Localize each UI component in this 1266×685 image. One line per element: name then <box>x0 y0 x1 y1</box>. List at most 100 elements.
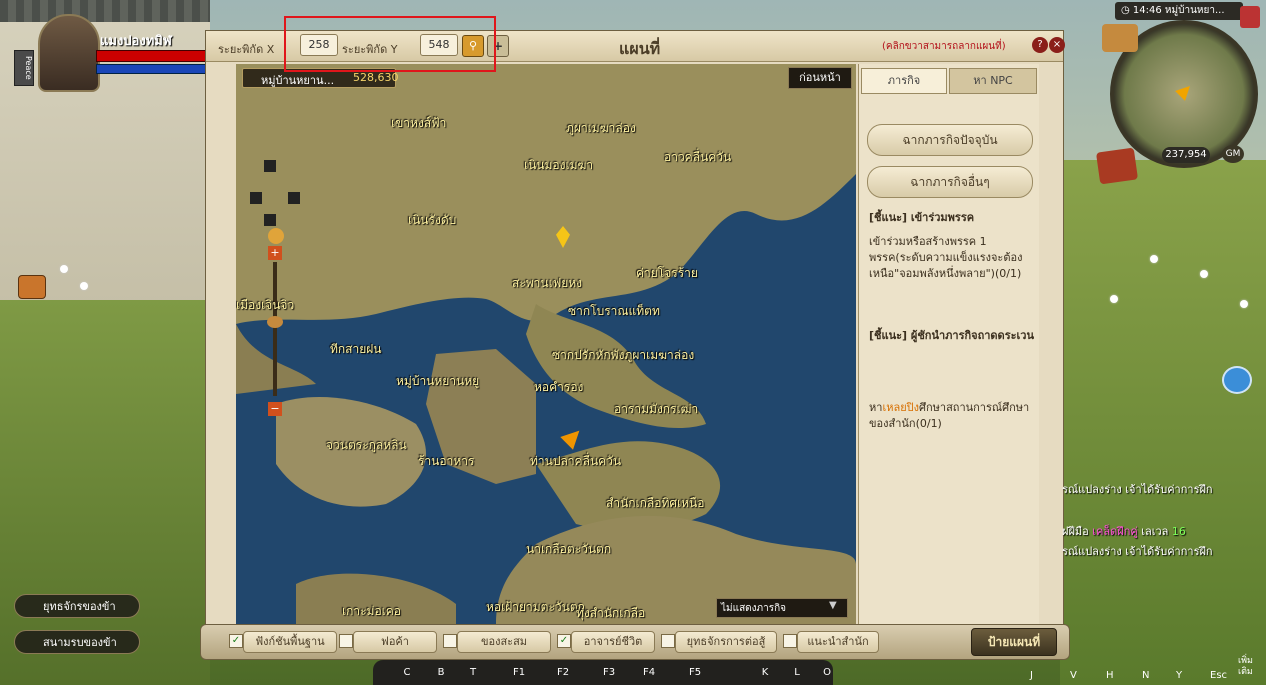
quest-2-npc-link[interactable]: เหลยปิง <box>882 401 919 414</box>
pan-down-icon[interactable] <box>264 214 276 226</box>
map-label[interactable]: ท่านปลาคลื่นควัน <box>530 452 621 471</box>
filter-checkbox-basic[interactable]: ✓ <box>229 634 243 648</box>
filter-collect-button[interactable]: ของสะสม <box>457 631 551 653</box>
my-battlefield-button[interactable]: สนามรบของข้า <box>14 630 140 654</box>
filter-checkbox-merchant[interactable] <box>339 634 353 648</box>
prev-map-button[interactable]: ก่อนหน้า <box>788 67 852 89</box>
pan-right-icon[interactable] <box>288 192 300 204</box>
map-label[interactable]: สำนักเกลือทิศเหนือ <box>606 494 704 513</box>
chat-line: รณ์แปลงร่าง เจ้าได้รับค่าการฝึก <box>1062 483 1213 496</box>
filter-basic-button[interactable]: ฟังก์ชันพื้นฐาน <box>243 631 337 653</box>
hotkey-skills[interactable]: K <box>755 664 775 682</box>
menu-key-n[interactable]: N <box>1142 670 1149 681</box>
chat-bubble-icon[interactable] <box>1222 366 1252 394</box>
menu-key-j[interactable]: J <box>1030 670 1033 681</box>
hotkey-o[interactable]: O <box>817 664 837 682</box>
map-label[interactable]: ร้านอาหาร <box>418 452 474 471</box>
quest-2-pre: หา <box>869 401 883 414</box>
map-label[interactable]: ทุ่งสำนักเกลือ <box>576 604 645 623</box>
map-label[interactable]: ค่ายโจรร้าย <box>636 264 698 283</box>
tab-find-npc[interactable]: หา NPC <box>949 68 1037 94</box>
menu-key-y[interactable]: Y <box>1176 670 1182 681</box>
hotkey-bag[interactable]: B <box>431 664 451 682</box>
map-label[interactable]: เขาหงส์ฟ้า <box>391 114 446 133</box>
map-title: แผนที่ <box>619 39 661 58</box>
shop-icon[interactable] <box>1095 147 1139 185</box>
zoom-slider[interactable] <box>273 262 277 396</box>
hotkey-f3[interactable]: F3 <box>599 664 619 682</box>
filter-merchant-button[interactable]: ฟอค้า <box>353 631 437 653</box>
chat-player-link[interactable]: เคล็ดฝึกคู่ <box>1092 525 1137 538</box>
quest-filter-select[interactable]: ไม่แสดงภารกิจ ▼ <box>716 598 848 618</box>
hotkey-f2[interactable]: F2 <box>553 664 573 682</box>
map-label[interactable]: อาวคลื่นควัน <box>664 148 731 167</box>
filter-life-master-button[interactable]: อาจารย์ชีวิต <box>571 631 655 653</box>
chat-line: รณ์แปลงร่าง เจ้าได้รับค่าการฝึก <box>1062 545 1213 558</box>
event-icon[interactable] <box>18 275 46 299</box>
map-label[interactable]: เนินมองเมฆา <box>524 156 593 175</box>
current-quest-scene-button[interactable]: ฉากภารกิจปัจจุบัน <box>867 124 1033 156</box>
hotkey-l[interactable]: L <box>787 664 807 682</box>
map-label[interactable]: ภูผาเมฆาล่อง <box>566 119 636 138</box>
menu-key-v[interactable]: V <box>1070 670 1077 681</box>
player-name: แมงปองทมิฬ <box>100 34 172 49</box>
center-map-icon[interactable] <box>268 228 284 244</box>
map-label[interactable]: หอคำรอง <box>534 378 583 397</box>
pan-up-icon[interactable] <box>264 160 276 172</box>
flower-decoration <box>1200 270 1208 278</box>
map-label[interactable]: จวนตระกูลหลิน <box>326 436 407 455</box>
quest-2-title[interactable]: [ชี้แนะ] ผู้ชักนำภารกิจถาดดระเวน <box>869 328 1035 344</box>
peace-mode-toggle[interactable]: Peace <box>14 50 34 86</box>
clock-bar: ◷ 14:46 หมู่บ้านหยา... <box>1115 2 1243 20</box>
menu-key-h[interactable]: H <box>1106 670 1114 681</box>
hotkey-f1[interactable]: F1 <box>509 664 529 682</box>
player-portrait[interactable] <box>38 14 100 92</box>
map-label[interactable]: สะพานเฟยหง <box>512 274 582 293</box>
zoom-handle[interactable] <box>267 316 283 328</box>
zoom-in-button[interactable]: + <box>268 246 282 260</box>
map-label[interactable]: ซากโบราณแท็ตท <box>568 302 660 321</box>
zoom-out-button[interactable]: − <box>268 402 282 416</box>
quest-1-title[interactable]: [ชี้แนะ] เข้าร่วมพรรค <box>869 210 1035 226</box>
map-label[interactable]: เมืองเจินจิว <box>236 296 294 315</box>
hotkey-f4[interactable]: F4 <box>639 664 659 682</box>
my-martial-world-button[interactable]: ยุทธจักรของข้า <box>14 594 140 618</box>
map-label[interactable]: อารามมังกรเฒ่า <box>614 400 698 419</box>
minimap-coord: 237,954 <box>1162 147 1210 163</box>
gm-button[interactable]: GM <box>1222 145 1244 163</box>
gift-icon[interactable] <box>1240 6 1260 28</box>
coord-highlight-box <box>284 16 496 72</box>
filter-checkbox-collect[interactable] <box>443 634 457 648</box>
map-label[interactable]: เนินรังดับ <box>408 211 456 230</box>
flower-decoration <box>1240 300 1248 308</box>
hotkey-character[interactable]: C <box>397 664 417 682</box>
map-label[interactable]: เกาะม่อเคอ <box>342 602 401 621</box>
minimap-location: หมู่บ้านหยา... <box>1164 5 1225 16</box>
filter-combat-button[interactable]: ยุทธจักรการต่อสู้ <box>675 631 777 653</box>
filter-checkbox-life-master[interactable]: ✓ <box>557 634 571 648</box>
map-label[interactable]: หอเฝ้ายามตะวันตก <box>486 598 585 617</box>
world-map[interactable]: หมู่บ้านหยาน... 528,630 ก่อนหน้า + − เขา… <box>236 64 856 624</box>
other-quest-scene-button[interactable]: ฉากภารกิจอื่นๆ <box>867 166 1033 198</box>
map-label[interactable]: นาเกลือตะวันตก <box>526 540 611 559</box>
map-filter-bar: ✓ ฟังก์ชันพื้นฐาน ฟอค้า ของสะสม ✓ อาจารย… <box>200 624 1070 660</box>
pan-left-icon[interactable] <box>250 192 262 204</box>
menu-key-esc[interactable]: Esc <box>1210 670 1227 681</box>
scroll-icon[interactable] <box>1102 24 1138 52</box>
filter-checkbox-sect[interactable] <box>783 634 797 648</box>
chat-line: ฝฝีมือ เคล็ดฝึกคู่ เลเวล 16 <box>1062 522 1186 540</box>
help-icon[interactable]: ? <box>1032 37 1048 53</box>
filter-checkbox-combat[interactable] <box>661 634 675 648</box>
close-icon[interactable]: × <box>1049 37 1065 53</box>
x-coord-label: ระยะพิกัด X <box>218 43 275 56</box>
current-location: หมู่บ้านหยาน... <box>261 74 335 87</box>
more-menu-button[interactable]: เพิ่มเติม <box>1238 656 1266 678</box>
hotkey-f5[interactable]: F5 <box>685 664 705 682</box>
map-label[interactable]: ซากปรักหักพังภูผาเมฆาล่อง <box>552 346 694 365</box>
clock-time: 14:46 <box>1132 5 1162 16</box>
filter-sect-button[interactable]: แนะนำสำนัก <box>797 631 879 653</box>
tab-quest[interactable]: ภารกิจ <box>861 68 947 94</box>
hotkey-team[interactable]: T <box>463 664 483 682</box>
map-label[interactable]: ทีกสายฝน <box>330 340 382 359</box>
map-label[interactable]: หมู่บ้านหยานหยู <box>396 372 479 391</box>
